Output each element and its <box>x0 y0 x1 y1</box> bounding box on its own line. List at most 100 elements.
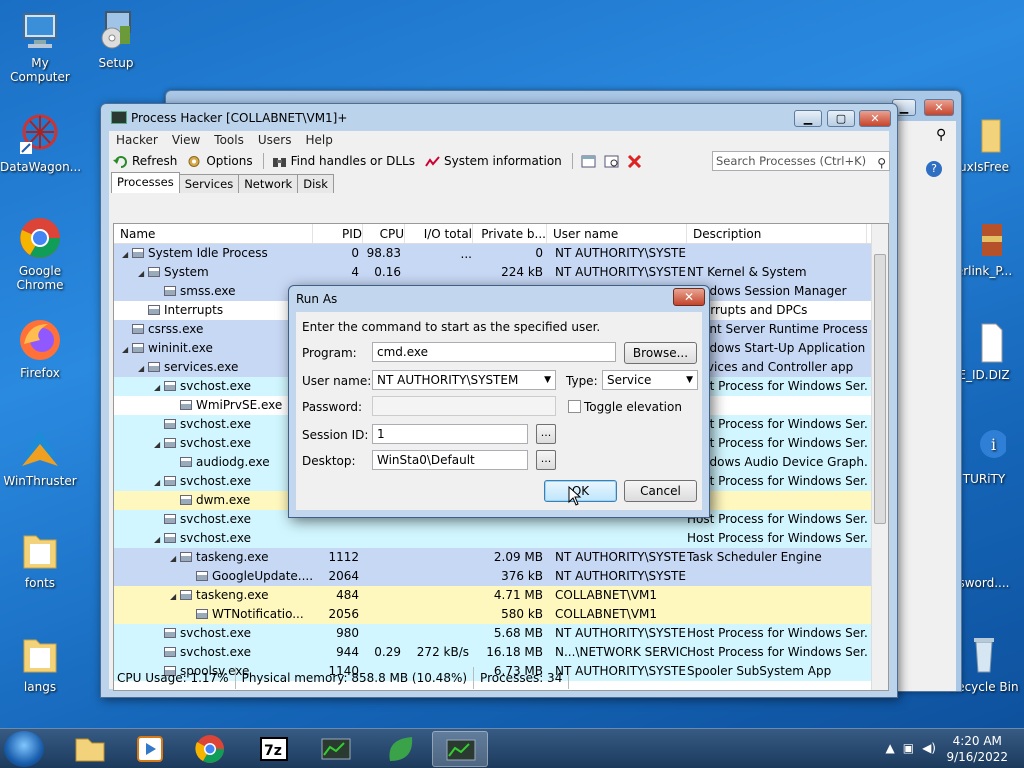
desktop-icon-datawagon[interactable]: DataWagon... <box>0 112 81 174</box>
expand-arrow-icon[interactable]: ◢ <box>138 359 148 377</box>
find-handles-button[interactable]: Find handles or DLLs <box>272 154 415 168</box>
dialog-close-button[interactable]: ✕ <box>673 288 705 306</box>
expand-arrow-icon[interactable]: ◢ <box>154 435 164 453</box>
network-icon[interactable]: ▣ <box>903 741 914 755</box>
bg-close-button[interactable]: ✕ <box>924 99 954 116</box>
taskbar-leaf-app[interactable] <box>372 731 428 767</box>
desktop-picker-button[interactable]: ... <box>536 450 556 470</box>
show-hidden-icons-icon[interactable]: ▲ <box>886 741 895 755</box>
taskbar-explorer[interactable] <box>62 731 118 767</box>
table-row[interactable]: svchost.exe 980 5.68 MB NT AUTHORITY\SYSTEM… <box>114 624 888 643</box>
tab-disk[interactable]: Disk <box>297 174 334 193</box>
desktop-icon-winthruster[interactable]: WinThruster <box>0 426 80 488</box>
taskbar-process-hacker-2[interactable] <box>308 731 364 767</box>
desktop-icon-setup[interactable]: Setup <box>76 8 156 70</box>
expand-arrow-icon[interactable]: ◢ <box>138 264 148 282</box>
process-name: svchost.exe <box>180 417 251 431</box>
column-io-total[interactable]: I/O total ... <box>405 224 473 261</box>
window-titlebar[interactable]: Process Hacker [COLLABNET\VM1]+ ▁ ▢ ✕ <box>101 104 897 130</box>
process-name: WmiPrvSE.exe <box>196 398 283 412</box>
mouse-cursor-icon <box>568 485 582 509</box>
tab-processes[interactable]: Processes <box>111 172 180 193</box>
cpu-usage-status: CPU Usage: 1.17% <box>111 667 236 689</box>
column-pid[interactable]: PID <box>313 224 363 243</box>
toggle-elevation-label[interactable]: Toggle elevation <box>584 400 682 414</box>
menu-users[interactable]: Users <box>258 131 292 150</box>
column-description[interactable]: Description <box>687 224 867 243</box>
menu-view[interactable]: View <box>172 131 200 150</box>
help-icon[interactable]: ? <box>926 161 942 177</box>
menu-help[interactable]: Help <box>305 131 332 150</box>
taskbar-chrome[interactable] <box>182 731 238 767</box>
desktop-icon-langs[interactable]: langs <box>0 632 80 694</box>
program-input[interactable]: cmd.exe <box>372 342 616 362</box>
search-processes-input[interactable]: Search Processes (Ctrl+K) ⚲ <box>712 151 890 171</box>
7zip-icon: 7z <box>260 737 288 761</box>
desktop-icon-fonts[interactable]: fonts <box>0 528 80 590</box>
password-input[interactable] <box>372 396 556 416</box>
table-row[interactable]: WTNotificatio... 2056 580 kB COLLABNET\VM1 <box>114 605 888 624</box>
pid-cell: 980 <box>336 626 359 640</box>
column-cpu[interactable]: CPU <box>363 224 405 243</box>
expand-arrow-icon[interactable]: ◢ <box>122 245 132 263</box>
desktop-icon-firefox[interactable]: Firefox <box>0 318 80 380</box>
table-row[interactable]: ◢ taskeng.exe 484 4.71 MB COLLABNET\VM1 <box>114 586 888 605</box>
expand-arrow-icon[interactable]: ◢ <box>170 549 180 567</box>
process-icon <box>180 590 192 600</box>
start-button[interactable] <box>4 731 44 767</box>
column-name[interactable]: Name <box>114 224 313 243</box>
desktop-input[interactable]: WinSta0\Default <box>372 450 528 470</box>
toggle-elevation-checkbox[interactable] <box>568 400 581 413</box>
tab-network[interactable]: Network <box>238 174 299 193</box>
expand-arrow-icon[interactable]: ◢ <box>154 378 164 396</box>
browse-button[interactable]: Browse... <box>624 342 697 364</box>
refresh-button[interactable]: Refresh <box>113 154 177 168</box>
column-private-bytes[interactable]: Private b... <box>473 224 547 243</box>
taskbar-media-player[interactable] <box>122 731 178 767</box>
menu-hacker[interactable]: Hacker <box>116 131 158 150</box>
table-row[interactable]: svchost.exe 944 0.29 272 kB/s 16.18 MB N...\N… <box>114 643 888 662</box>
private-bytes-cell: 5.68 MB <box>493 626 543 640</box>
table-row[interactable]: GoogleUpdate.... 2064 376 kB NT AUTHORITY\S… <box>114 567 888 586</box>
system-clock[interactable]: 4:20 AM 9/16/2022 <box>946 733 1008 765</box>
username-combobox[interactable]: NT AUTHORITY\SYSTEM ▼ <box>372 370 556 390</box>
io-total-cell <box>405 529 473 548</box>
volume-icon[interactable]: ◀) <box>922 741 936 755</box>
expand-arrow-icon[interactable]: ◢ <box>122 340 132 358</box>
close-button[interactable]: ✕ <box>859 110 891 127</box>
window-icon[interactable] <box>581 155 596 168</box>
taskbar-process-hacker[interactable] <box>432 731 488 767</box>
scrollbar-thumb[interactable] <box>874 254 886 524</box>
table-row[interactable]: ◢ svchost.exe Host Process for Windows Ser… <box>114 529 888 548</box>
expand-arrow-icon[interactable]: ◢ <box>170 587 180 605</box>
session-id-input[interactable]: 1 <box>372 424 528 444</box>
minimize-button[interactable]: ▁ <box>794 110 822 127</box>
system-information-button[interactable]: System information <box>425 154 562 168</box>
menu-tools[interactable]: Tools <box>214 131 244 150</box>
menu-bar: Hacker View Tools Users Help <box>109 131 889 150</box>
process-name: dwm.exe <box>196 493 251 507</box>
vertical-scrollbar[interactable] <box>871 224 888 690</box>
process-name: GoogleUpdate.... <box>212 569 313 583</box>
username-label: User name: <box>302 374 372 388</box>
expand-arrow-icon[interactable]: ◢ <box>154 530 164 548</box>
terminate-icon[interactable] <box>627 154 642 168</box>
desktop-icon-my-computer[interactable]: My Computer <box>0 8 80 84</box>
leaf-icon <box>389 737 413 761</box>
desktop-icon-google-chrome[interactable]: Google Chrome <box>0 216 80 292</box>
session-picker-button[interactable]: ... <box>536 424 556 444</box>
type-select[interactable]: Service ▼ <box>602 370 698 390</box>
taskbar-7zip[interactable]: 7z <box>246 731 302 767</box>
search-icon[interactable]: ⚲ <box>877 154 886 172</box>
table-row[interactable]: ◢ System 4 0.16 224 kB NT AUTHORITY\SYSTEM NT … <box>114 263 888 282</box>
maximize-button[interactable]: ▢ <box>827 110 855 127</box>
table-row[interactable]: ◢ taskeng.exe 1112 2.09 MB NT AUTHORITY\SYST… <box>114 548 888 567</box>
status-bar: CPU Usage: 1.17% Physical memory: 858.8 … <box>109 667 889 689</box>
cancel-button[interactable]: Cancel <box>624 480 697 502</box>
column-user-name[interactable]: User name <box>547 224 687 243</box>
find-window-icon[interactable] <box>604 155 619 168</box>
tab-services[interactable]: Services <box>178 174 240 193</box>
expand-arrow-icon[interactable]: ◢ <box>154 473 164 491</box>
table-row[interactable]: ◢ System Idle Process 0 98.83 0 NT AUTHORITY\… <box>114 244 888 263</box>
options-button[interactable]: Options <box>187 154 253 168</box>
